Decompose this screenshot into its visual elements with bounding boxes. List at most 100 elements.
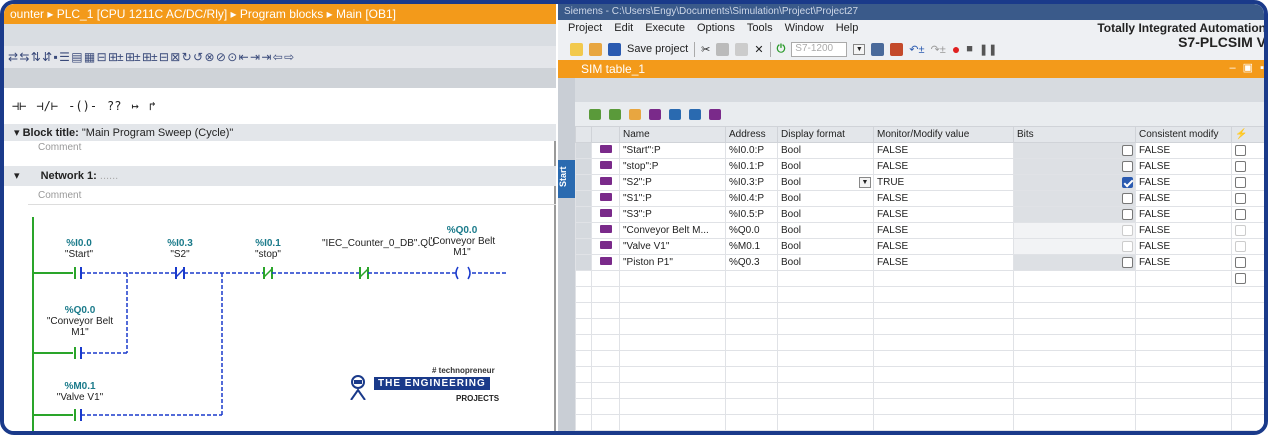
contact-start-label[interactable]: %I0.0 "Start" [52,238,106,260]
name-cell[interactable]: "S2":P [619,174,726,191]
table-row[interactable]: "S1":P %I0.4:P Bool FALSE FALSE [575,190,1264,207]
address-cell[interactable]: %I0.4:P [725,190,778,207]
nc-contact-icon[interactable]: ⊣/⊢ [36,99,58,113]
paste-icon[interactable] [735,42,749,56]
column-header-bits[interactable]: Bits [1013,126,1136,143]
column-header-display-format[interactable]: Display format [777,126,874,143]
pause-icon[interactable]: ❚❚ [979,43,997,56]
consistent-value-cell[interactable]: FALSE [1135,222,1232,239]
row-header[interactable] [575,142,592,159]
consistent-value-cell[interactable]: FALSE [1135,174,1232,191]
bit-checkbox[interactable] [1122,209,1133,220]
bit-checkbox[interactable] [1122,257,1133,268]
trigger-checkbox[interactable] [1235,160,1246,172]
tag-icon[interactable] [709,108,721,120]
cpu-select[interactable]: S7-1200 [791,41,848,57]
table-row[interactable]: "S2":P %I0.3:P Bool ▼ TRUE FALSE [575,174,1264,191]
value-cell[interactable]: FALSE [873,254,1014,271]
monitor-icon[interactable] [649,108,661,120]
name-cell[interactable]: "S3":P [619,206,726,223]
name-cell[interactable]: "Conveyor Belt M... [619,222,726,239]
trigger-checkbox[interactable] [1235,240,1246,252]
value-cell[interactable]: FALSE [873,206,1014,223]
row-header[interactable] [575,190,592,207]
address-cell[interactable]: %I0.0:P [725,142,778,159]
bit-checkbox[interactable] [1122,241,1133,252]
table-row[interactable]: "S3":P %I0.5:P Bool FALSE FALSE [575,206,1264,223]
format-dropdown-icon[interactable]: ▼ [859,177,871,188]
delete-icon[interactable]: ✕ [754,43,763,56]
cut-icon[interactable]: ✂ [701,43,710,56]
address-cell[interactable]: %I0.1:P [725,158,778,175]
address-cell[interactable]: %I0.5:P [725,206,778,223]
column-header-address[interactable]: Address [725,126,778,143]
undo-icon[interactable]: ↶± [909,43,924,56]
table-row[interactable]: "Piston P1" %Q0.3 Bool FALSE FALSE [575,254,1264,271]
format-cell[interactable]: Bool [777,254,874,271]
branch-1-label[interactable]: %Q0.0 "Conveyor Belt M1" [42,305,118,338]
format-cell[interactable]: Bool [777,222,874,239]
export-icon[interactable] [689,108,701,120]
block-title-row[interactable]: ▾ Block title: "Main Program Sweep (Cycl… [4,124,556,141]
name-cell[interactable]: "Valve V1" [619,238,726,255]
name-cell[interactable]: "Start":P [619,142,726,159]
trigger-checkbox[interactable] [1235,256,1246,268]
redo-icon[interactable]: ↷± [931,43,946,56]
power-icon[interactable]: ⏻ [777,43,786,56]
table-row[interactable]: "Conveyor Belt M... %Q0.0 Bool FALSE FALSE [575,222,1264,239]
address-cell[interactable]: %M0.1 [725,238,778,255]
cpu-dropdown-icon[interactable]: ▼ [853,43,866,55]
empty-box-icon[interactable]: ?? [107,99,121,113]
open-project-icon[interactable] [589,42,602,56]
name-cell[interactable]: "S1":P [619,190,726,207]
network-header[interactable]: ▾ Network 1: ...... [4,166,556,186]
trigger-checkbox[interactable] [1235,192,1246,204]
format-cell[interactable]: Bool [777,190,874,207]
menu-tools[interactable]: Tools [747,22,773,38]
copy-icon[interactable] [716,42,730,56]
block-comment[interactable]: Comment [38,142,81,153]
add-row-icon[interactable] [589,108,601,120]
row-header[interactable] [575,222,592,239]
name-cell[interactable]: "stop":P [619,158,726,175]
menu-help[interactable]: Help [836,22,859,38]
sidebar-expand-button[interactable] [558,60,575,78]
trigger-checkbox[interactable] [1235,224,1246,236]
empty-row[interactable] [575,270,1264,287]
no-contact-icon[interactable]: ⊣⊢ [12,99,26,113]
coil-conveyor-label[interactable]: %Q0.0 "Conveyor Belt M1" [420,225,504,258]
value-cell[interactable]: FALSE [873,238,1014,255]
new-project-icon[interactable] [570,42,583,56]
format-cell[interactable]: Bool [777,142,874,159]
consistent-value-cell[interactable]: FALSE [1135,206,1232,223]
window-controls[interactable]: ‒ ▣ ▪ [1229,61,1264,74]
table-row[interactable]: "stop":P %I0.1:P Bool FALSE FALSE [575,158,1264,175]
trigger-checkbox[interactable] [1235,272,1246,284]
format-cell[interactable]: Bool [777,206,874,223]
contact-counter-label[interactable]: "IEC_Counter_0_DB".QU [322,238,435,249]
value-cell[interactable]: FALSE [873,142,1014,159]
start-tab[interactable]: Start [558,160,575,198]
format-cell[interactable]: Bool [777,238,874,255]
menu-execute[interactable]: Execute [645,22,685,38]
record-icon[interactable]: ● [952,41,960,57]
trigger-checkbox[interactable] [1235,144,1246,156]
menu-project[interactable]: Project [568,22,602,38]
row-header[interactable] [575,238,592,255]
insert-row-icon[interactable] [609,108,621,120]
row-header[interactable] [575,174,592,191]
column-header-monitor-value[interactable]: Monitor/Modify value [873,126,1014,143]
address-cell[interactable]: %Q0.0 [725,222,778,239]
value-cell[interactable]: FALSE [873,158,1014,175]
table-row[interactable]: "Start":P %I0.0:P Bool FALSE FALSE [575,142,1264,159]
column-header-consistent-modify[interactable]: Consistent modify [1135,126,1232,143]
consistent-value-cell[interactable]: FALSE [1135,190,1232,207]
menu-options[interactable]: Options [697,22,735,38]
editor-toolbar[interactable]: ⇄ ⇆ ⇅ ⇵ ▪ ☰ ▤ ▦ ⊟ ⊞± ⊞± ⊞± ⊟ ⊠ ↻ ↺ ⊗ ⊘ ⊙… [4,46,556,68]
stop-icon[interactable]: ■ [966,43,973,55]
consistent-value-cell[interactable]: FALSE [1135,254,1232,271]
bit-checkbox[interactable] [1122,177,1133,188]
format-cell[interactable]: Bool [777,158,874,175]
value-cell[interactable]: FALSE [873,190,1014,207]
menu-edit[interactable]: Edit [614,22,633,38]
